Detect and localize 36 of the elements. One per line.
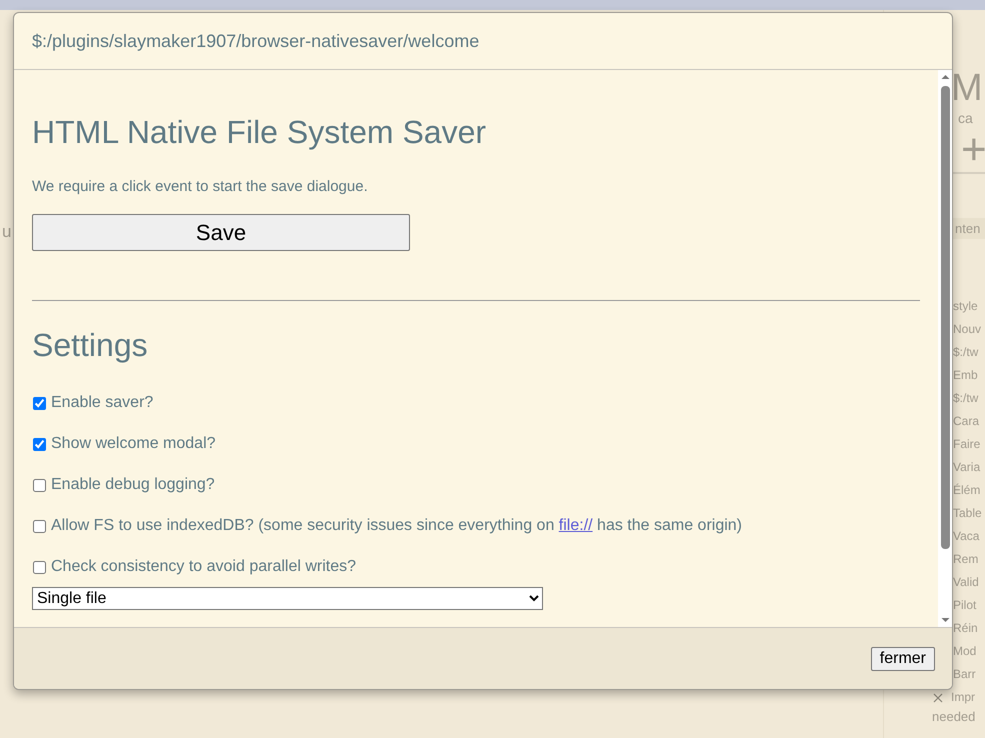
sidebar-item[interactable]: Table (953, 502, 982, 525)
intro-text: We require a click event to start the save dialogue. (32, 178, 369, 195)
sidebar-item[interactable]: Pilot (953, 594, 976, 617)
sidebar-item[interactable]: $:/tw (953, 341, 978, 364)
mode-dropdown[interactable]: Single file (32, 587, 543, 610)
sidebar-item[interactable]: Vaca (953, 525, 980, 548)
sidebar-text: needed (932, 709, 976, 724)
sidebar-item[interactable]: Élém (953, 479, 980, 502)
modal-title: $:/plugins/slaymaker1907/browser-nativesaver/welcome (32, 30, 480, 52)
sidebar-item[interactable]: Impr (951, 686, 975, 709)
sidebar-item[interactable]: Valid (953, 571, 979, 594)
save-button[interactable]: Save (32, 214, 410, 251)
option-label: Allow FS to use indexedDB? (some security issues since everything on file:// has the same origin) (51, 516, 742, 534)
sidebar-button[interactable]: + (939, 130, 985, 170)
sidebar-item[interactable]: Cara (953, 410, 980, 433)
option-label: Enable debug logging? (51, 476, 215, 494)
sidebar-item[interactable]: Réin (953, 617, 978, 640)
sidebar-title: M (951, 66, 984, 110)
sidebar-item[interactable]: style (953, 295, 978, 318)
file-link[interactable]: file:// (558, 516, 593, 534)
option-label: Check consistency to avoid parallel writes? (51, 558, 356, 576)
page-text: u (2, 222, 12, 242)
sidebar-item[interactable]: Barr (953, 663, 976, 686)
sidebar-item[interactable]: Nouv (953, 318, 982, 341)
sidebar-item[interactable]: Faire (953, 433, 980, 456)
option-label: Show welcome modal? (51, 434, 216, 452)
sidebar-item[interactable]: Rem (953, 548, 978, 571)
sidebar-subtitle: ca (958, 110, 974, 126)
option-label: Enable saver? (51, 394, 154, 412)
settings-heading: Settings (32, 326, 149, 364)
sidebar-item[interactable]: Varia (953, 456, 980, 479)
sidebar-item[interactable]: Emb (953, 364, 978, 387)
modal-heading: HTML Native File System Saver (32, 113, 488, 151)
close-button[interactable]: fermer (870, 646, 935, 670)
sidebar-item[interactable]: Mod (953, 640, 976, 663)
sidebar-item[interactable]: $:/tw (953, 387, 978, 410)
